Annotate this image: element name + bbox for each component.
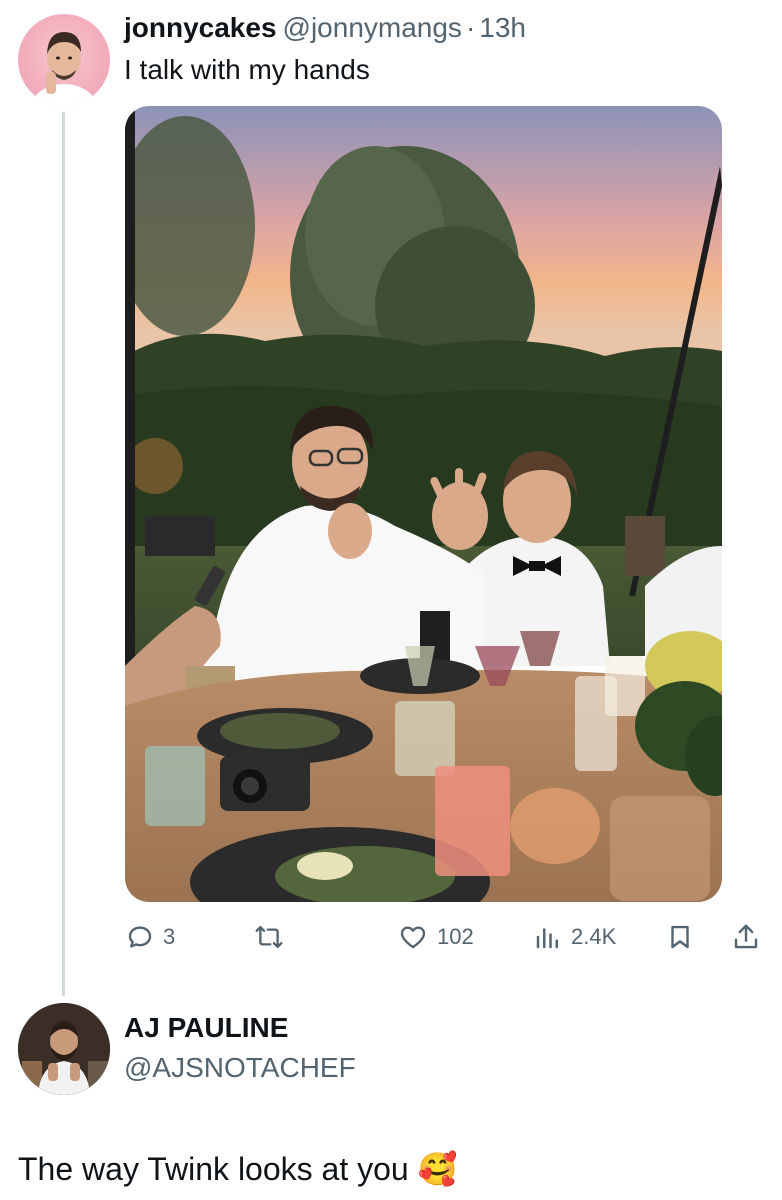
- bar-chart-icon: [533, 922, 563, 952]
- tweet-photo[interactable]: [125, 106, 722, 902]
- retweet-button[interactable]: [253, 915, 285, 959]
- author-avatar[interactable]: [18, 14, 110, 106]
- reply-button[interactable]: 3: [125, 915, 175, 959]
- thread-line: [62, 112, 65, 996]
- like-count: 102: [437, 924, 474, 949]
- reply-icon: [125, 922, 155, 952]
- author-display-name[interactable]: jonnycakes: [124, 12, 277, 43]
- tweet-header: jonnycakes @jonnymangs · 13h: [124, 10, 526, 46]
- share-button[interactable]: [731, 915, 761, 959]
- reply-author-display-name[interactable]: AJ PAULINE: [124, 1010, 288, 1046]
- share-icon: [731, 922, 761, 952]
- reply-text: The way Twink looks at you 🥰: [18, 1151, 458, 1187]
- header-separator: ·: [465, 12, 476, 43]
- like-button[interactable]: 102: [397, 915, 474, 959]
- views-button[interactable]: 2.4K: [533, 915, 616, 959]
- bookmark-icon: [665, 922, 695, 952]
- heart-icon: [397, 922, 429, 952]
- tweet-timestamp[interactable]: 13h: [479, 12, 526, 43]
- reply-count: 3: [163, 924, 176, 949]
- retweet-icon: [253, 922, 285, 952]
- reply-author-avatar[interactable]: [18, 1003, 110, 1095]
- author-handle[interactable]: @jonnymangs: [283, 12, 462, 43]
- tweet-text: I talk with my hands: [124, 54, 370, 85]
- bookmark-button[interactable]: [665, 915, 695, 959]
- view-count: 2.4K: [571, 924, 617, 949]
- tweet-action-bar: 3 102 2.4K: [125, 915, 765, 959]
- reply-author-handle[interactable]: @AJSNOTACHEF: [124, 1050, 356, 1086]
